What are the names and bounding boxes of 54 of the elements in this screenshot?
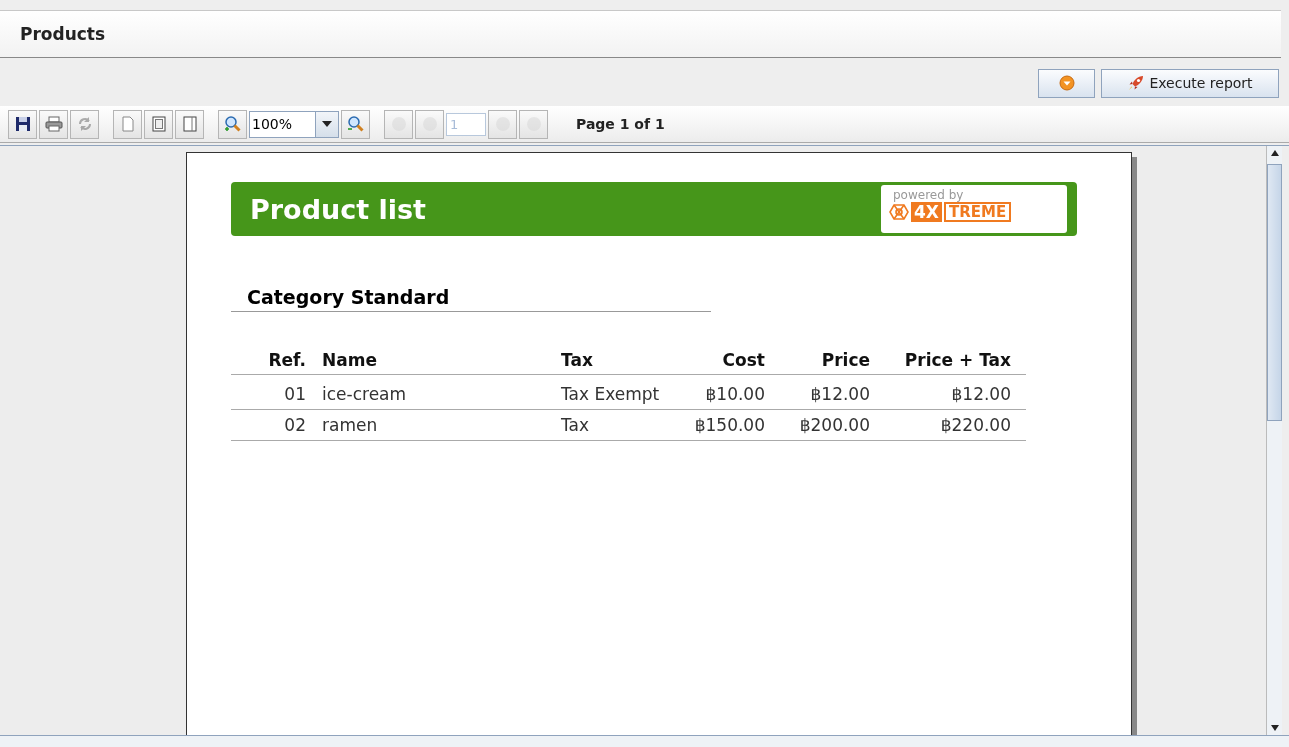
circle-icon — [421, 116, 438, 132]
table-cell-text: 01 — [283, 384, 306, 404]
table-cell-text: ramen — [321, 415, 379, 435]
group-header: Category Standard — [231, 286, 711, 312]
zoom-out-button[interactable] — [341, 109, 370, 139]
print-button[interactable] — [39, 109, 68, 139]
page-frame-icon — [151, 116, 166, 132]
up-arrow-icon — [1270, 150, 1279, 156]
zoom-in-button[interactable] — [218, 109, 247, 139]
table-cell-text: Tax Exempt — [560, 384, 661, 404]
column-header: Ref. — [267, 350, 306, 370]
printer-icon — [44, 116, 63, 132]
table-cell-text: ฿12.00 — [950, 384, 1011, 404]
table-cell-text: ฿150.00 — [693, 415, 765, 435]
horizontal-scrollbar[interactable] — [0, 735, 1289, 747]
menu-button[interactable] — [1038, 68, 1095, 98]
circle-icon — [525, 116, 542, 132]
single-page-button[interactable] — [113, 109, 142, 139]
down-arrow-icon — [1270, 725, 1279, 731]
table-cell-text: ice-cream — [321, 384, 408, 404]
fit-page-button[interactable] — [144, 109, 173, 139]
magnifier-plus-icon — [223, 115, 242, 133]
magnifier-minus-icon — [346, 115, 365, 133]
table-cell-text: ฿200.00 — [798, 415, 870, 435]
page-count-label: Page 1 of 1 — [576, 116, 665, 132]
logo-brand-left: 4X — [911, 202, 942, 222]
circle-icon — [494, 116, 511, 132]
table-cell-text: 02 — [283, 415, 306, 435]
column-header: Name — [321, 350, 378, 370]
page-icon — [120, 116, 135, 132]
circle-icon — [390, 116, 407, 132]
zoom-combo-box[interactable]: 100% — [249, 110, 339, 138]
caret-icon — [322, 121, 332, 127]
rocket-icon — [1127, 74, 1146, 92]
down-arrow-circle-icon — [1058, 75, 1075, 91]
column-header: Cost — [721, 350, 765, 370]
table-cell-text: ฿10.00 — [704, 384, 765, 404]
save-button[interactable] — [8, 109, 37, 139]
page-corner-icon — [182, 116, 197, 132]
column-header: Tax — [560, 350, 594, 370]
vertical-scrollbar[interactable] — [1266, 146, 1282, 735]
logo-tagline: powered by — [892, 188, 965, 202]
column-header: Price — [820, 350, 870, 370]
window-title: Products — [20, 24, 106, 44]
execute-report-button[interactable]: Execute report — [1101, 68, 1279, 98]
fit-width-button[interactable] — [175, 109, 204, 139]
report-title: Product list — [250, 193, 426, 225]
table-cell-text: ฿12.00 — [809, 384, 870, 404]
logo-brand-right: TREME — [943, 202, 1012, 222]
logo-mark-icon — [889, 204, 909, 220]
column-header: Price + Tax — [903, 350, 1011, 370]
table-cell-text: ฿220.00 — [939, 415, 1011, 435]
table-cell-text: Tax — [560, 415, 591, 435]
refresh-icon — [76, 116, 93, 132]
